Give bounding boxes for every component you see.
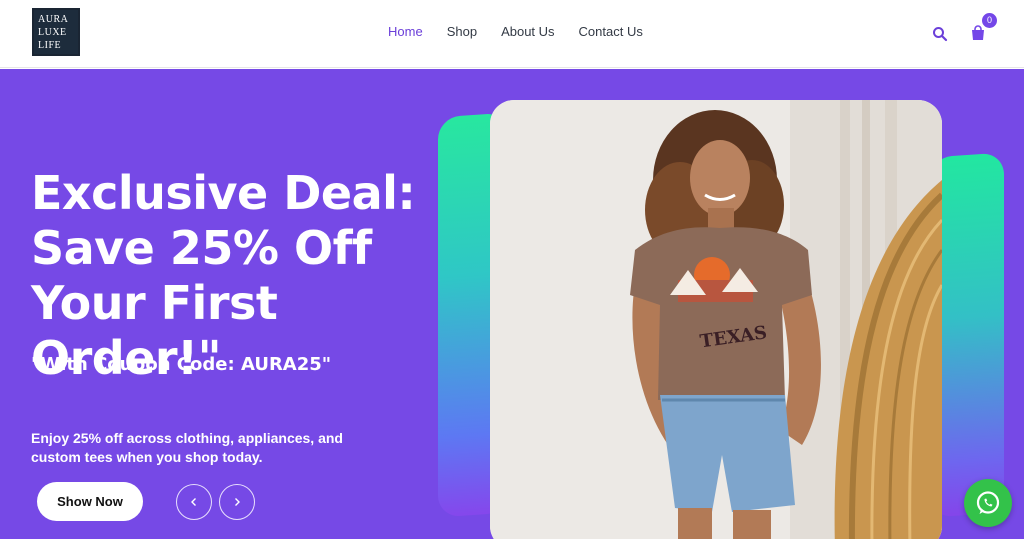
search-icon[interactable] (932, 26, 948, 42)
site-header: AURA LUXE LIFE Home Shop About Us Contac… (0, 0, 1024, 68)
nav-home[interactable]: Home (388, 24, 423, 40)
nav-contact-us[interactable]: Contact Us (579, 24, 643, 40)
brand-logo[interactable]: AURA LUXE LIFE (32, 8, 80, 56)
cart-count-badge: 0 (982, 13, 997, 28)
logo-line-2: LUXE (38, 27, 67, 38)
coupon-text: "With Coupon Code: AURA25" (31, 354, 332, 375)
slider-prev-button[interactable] (176, 484, 212, 520)
chevron-right-icon (235, 498, 240, 506)
whatsapp-icon (976, 491, 1000, 514)
nav-shop[interactable]: Shop (447, 24, 477, 40)
nav-about-us[interactable]: About Us (501, 24, 554, 40)
logo-line-3: LIFE (38, 40, 62, 51)
logo-line-1: AURA (38, 14, 69, 25)
hero-banner: Exclusive Deal: Save 25% Off Your First … (0, 69, 1024, 539)
hero-description: Enjoy 25% off across clothing, appliance… (31, 430, 343, 465)
show-now-button[interactable]: Show Now (37, 482, 143, 521)
hero-headline: Exclusive Deal: Save 25% Off Your First … (31, 166, 416, 385)
main-nav: Home Shop About Us Contact Us (388, 24, 643, 40)
hero-model-photo: TEXAS (490, 100, 942, 539)
chevron-left-icon (191, 498, 196, 506)
slider-next-button[interactable] (219, 484, 255, 520)
whatsapp-chat-button[interactable] (964, 479, 1012, 527)
